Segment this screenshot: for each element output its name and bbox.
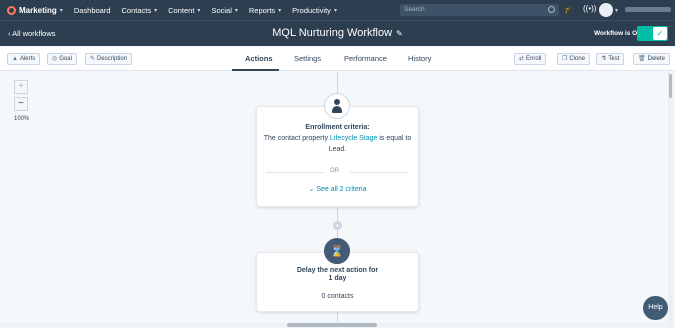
divider <box>266 172 324 173</box>
chevron-down-icon: ▾ <box>154 7 158 14</box>
chevron-down-icon[interactable]: ▾ <box>615 7 618 14</box>
enrollment-value: Lead. <box>328 146 347 153</box>
hubspot-logo-icon <box>7 5 16 15</box>
chevron-down-icon: ▾ <box>333 7 337 14</box>
workflow-title: MQL Nurturing Workflow ✎ <box>272 27 403 39</box>
chevron-down-icon: ▾ <box>59 7 63 14</box>
goal-icon: ◎ <box>52 56 58 62</box>
zoom-level: 100% <box>14 116 30 122</box>
nav-contacts[interactable]: Contacts ▾ <box>122 6 158 15</box>
clone-button[interactable]: ❐ Clone <box>557 53 591 65</box>
chevron-down-icon: ⌄ <box>308 186 315 193</box>
test-button[interactable]: ⚗ Test <box>596 53 625 65</box>
check-icon: ✓ <box>653 27 667 40</box>
delete-button[interactable]: 🗑 Delete <box>633 53 670 65</box>
description-button[interactable]: ✎ Description <box>85 53 133 65</box>
avatar[interactable] <box>599 3 613 17</box>
nav-reports[interactable]: Reports ▾ <box>249 6 281 15</box>
brand-label: Marketing <box>19 5 57 15</box>
enrollment-description: The contact property Lifecycle Stage is … <box>263 135 412 142</box>
tab-actions[interactable]: Actions <box>245 54 273 63</box>
connector-line <box>337 72 338 94</box>
delay-contacts-count: 0 contacts <box>321 293 354 300</box>
horizontal-scrollbar-thumb[interactable] <box>287 323 377 327</box>
or-label: OR <box>330 168 339 174</box>
pencil-icon[interactable]: ✎ <box>396 29 403 38</box>
alert-icon: ▲ <box>12 56 18 62</box>
goal-button[interactable]: ◎ Goal <box>47 53 77 65</box>
active-tab-indicator <box>232 69 279 71</box>
account-name-redacted[interactable] <box>625 7 671 12</box>
nav-content[interactable]: Content ▾ <box>168 6 200 15</box>
enroll-icon: ⇄ <box>519 56 525 62</box>
lifecycle-stage-link[interactable]: Lifecycle Stage <box>330 135 377 142</box>
enrollment-title: Enrollment criteria: <box>305 124 370 131</box>
hourglass-icon: ⌛ <box>324 238 350 264</box>
vertical-scrollbar[interactable] <box>668 72 673 328</box>
search-icon <box>548 6 555 13</box>
nav-productivity[interactable]: Productivity ▾ <box>292 6 337 15</box>
trash-icon: 🗑 <box>638 56 646 62</box>
chevron-down-icon: ▾ <box>278 7 282 14</box>
enroll-button[interactable]: ⇄ Enroll <box>514 53 547 65</box>
notifications-icon[interactable]: ((•)) <box>583 4 596 13</box>
help-button[interactable]: Help <box>643 296 668 320</box>
chevron-down-icon: ▾ <box>197 7 201 14</box>
toolbar: ▲ Alerts ◎ Goal ✎ Description Actions Setti… <box>0 47 675 71</box>
brand-menu[interactable]: Marketing ▾ <box>7 5 63 15</box>
tab-history[interactable]: History <box>408 54 431 63</box>
workflow-toggle[interactable]: ✓ <box>637 26 668 41</box>
zoom-out-button[interactable]: − <box>14 97 28 111</box>
tab-settings[interactable]: Settings <box>294 54 321 63</box>
test-icon: ⚗ <box>601 56 607 62</box>
delay-duration: 1 day <box>328 275 347 282</box>
search-placeholder: Search <box>404 6 425 13</box>
workflow-header: ‹ All workflows MQL Nurturing Workflow ✎ … <box>0 20 675 46</box>
academy-icon[interactable]: 🎓 <box>564 5 574 14</box>
nav-dashboard[interactable]: Dashboard <box>74 6 111 15</box>
nav-social[interactable]: Social ▾ <box>211 6 237 15</box>
chevron-down-icon: ▾ <box>234 7 238 14</box>
workflow-status-label: Workflow is ON <box>594 30 642 37</box>
tab-performance[interactable]: Performance <box>344 54 387 63</box>
search-input[interactable]: Search <box>400 4 559 16</box>
description-icon: ✎ <box>90 56 96 62</box>
clone-icon: ❐ <box>562 56 568 62</box>
add-action-button[interactable]: + <box>333 221 342 230</box>
zoom-in-button[interactable]: + <box>14 80 28 94</box>
connector-line <box>337 312 338 322</box>
delay-title: Delay the next action for <box>296 267 379 274</box>
contact-icon <box>324 93 350 119</box>
divider <box>350 172 408 173</box>
vertical-scrollbar-thumb[interactable] <box>669 74 672 98</box>
see-all-criteria-link[interactable]: ⌄ See all 2 criteria <box>0 185 675 193</box>
alerts-button[interactable]: ▲ Alerts <box>7 53 41 65</box>
